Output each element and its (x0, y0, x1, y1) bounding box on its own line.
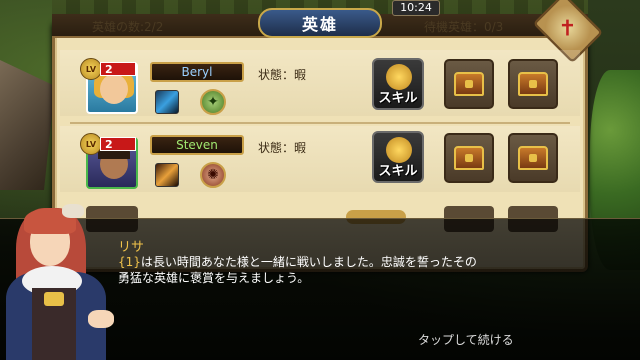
hero-count-label: 英雄の数:2/2 (92, 20, 164, 34)
hero-name-steven: Steven (150, 135, 244, 155)
beast-skill-icon[interactable]: ✺ (200, 162, 226, 188)
sword-cross-icon: ✝ (558, 15, 578, 41)
dialogue-line-1: {1}は長い時間あなた様と一緒に戦いしました。忠誠を誓ったその (118, 253, 477, 270)
dialogue-line-1-text: は長い時間あなた様と一緒に戦いしました。忠誠を誓ったその (140, 255, 477, 269)
hero-status: 状態：暇 (258, 68, 307, 82)
clock-time: 10:24 (392, 0, 440, 16)
hero-row[interactable] (60, 126, 580, 192)
level-number: 2 (100, 62, 136, 76)
reward-chest-slot[interactable] (508, 133, 558, 183)
reward-chest-slot[interactable] (508, 59, 558, 109)
face-shape (100, 74, 128, 104)
treasure-chest-icon (454, 146, 484, 170)
hero-placeholder-token: {1} (118, 255, 141, 269)
treasure-chest-icon (454, 72, 484, 96)
level-badge-icon: LV (80, 133, 102, 155)
waiting-heroes-label: 待機英雄：0/3 (424, 20, 504, 34)
skill-button-label: スキル (378, 91, 418, 106)
title-plate: 英雄 (258, 8, 382, 38)
row-divider (70, 122, 570, 124)
reward-chest-slot[interactable] (444, 133, 494, 183)
treasure-chest-icon (518, 146, 548, 170)
skill-button-label: スキル (378, 164, 418, 179)
level-number: 2 (100, 137, 136, 151)
hero-row[interactable] (60, 50, 580, 116)
dialogue-line-2: 勇猛な英雄に褒賞を与えましょう。 (118, 271, 310, 285)
hair-ribbon (62, 204, 84, 218)
blade-skill-icon[interactable] (155, 90, 179, 114)
claw-skill-icon[interactable]: ✦ (200, 89, 226, 115)
hero-name-beryl: Beryl (150, 62, 244, 82)
tap-to-continue[interactable]: タップして続ける (418, 331, 514, 348)
treasure-chest-icon (518, 72, 548, 96)
reward-chest-slot[interactable] (444, 59, 494, 109)
advisor-character-portrait (2, 192, 120, 360)
hero-status: 状態：暇 (258, 141, 307, 155)
level-badge-icon: LV (80, 58, 102, 80)
gold-brooch (44, 292, 64, 306)
page-title: 英雄 (301, 15, 338, 34)
hand-shape (88, 310, 114, 328)
flame-slash-icon[interactable] (155, 163, 179, 187)
skill-button[interactable]: スキル (372, 58, 424, 110)
skill-button[interactable]: スキル (372, 131, 424, 183)
